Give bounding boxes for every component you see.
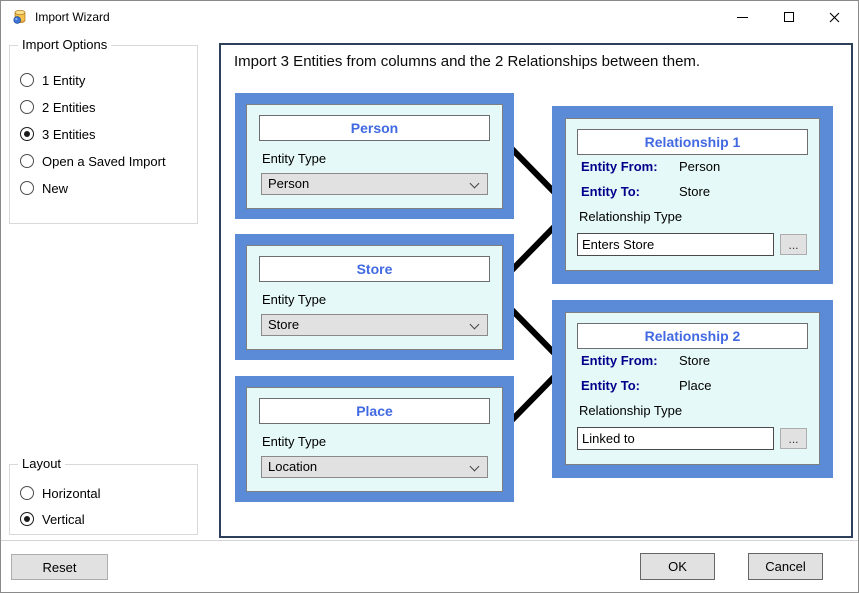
entity-to-row: Entity To: Store	[581, 184, 808, 200]
entity-title: Person	[259, 115, 490, 141]
radio-label: 3 Entities	[42, 127, 95, 142]
radio-label: Vertical	[42, 512, 85, 527]
entity-from-value: Person	[679, 159, 720, 174]
close-icon	[829, 12, 840, 23]
entity-type-dropdown[interactable]: Location	[261, 456, 488, 478]
relationship-type-input[interactable]	[577, 233, 774, 256]
entity-to-label: Entity To:	[581, 184, 640, 199]
radio-label: Horizontal	[42, 486, 101, 501]
entity-type-value: Location	[268, 459, 317, 474]
entity-type-value: Person	[268, 176, 309, 191]
radio-open-saved-import[interactable]: Open a Saved Import	[20, 153, 166, 169]
radio-label: 1 Entity	[42, 73, 85, 88]
entity-title: Store	[259, 256, 490, 282]
cancel-button[interactable]: Cancel	[748, 553, 823, 580]
entity-card-inner: Place Entity Type Location	[246, 387, 503, 492]
relationship-card-1: Relationship 1 Entity From: Person Entit…	[552, 106, 833, 284]
layout-legend: Layout	[18, 456, 65, 471]
chevron-down-icon	[470, 320, 480, 330]
entity-to-value: Store	[679, 184, 710, 199]
minimize-icon	[737, 17, 748, 18]
entity-from-row: Entity From: Store	[581, 353, 808, 369]
entity-from-label: Entity From:	[581, 159, 658, 174]
close-button[interactable]	[812, 1, 857, 33]
browse-button[interactable]: ...	[780, 428, 807, 449]
entity-to-value: Place	[679, 378, 712, 393]
import-wizard-dialog: Import Wizard Import Options 1 Entity 2 …	[0, 0, 859, 593]
radio-label: New	[42, 181, 68, 196]
entity-type-value: Store	[268, 317, 299, 332]
ok-button[interactable]: OK	[640, 553, 715, 580]
entity-card-person: Person Entity Type Person	[235, 93, 514, 219]
browse-button[interactable]: ...	[780, 234, 807, 255]
entity-to-row: Entity To: Place	[581, 378, 808, 394]
relationship-card-inner: Relationship 1 Entity From: Person Entit…	[565, 118, 820, 271]
entity-card-inner: Person Entity Type Person	[246, 104, 503, 209]
entity-type-label: Entity Type	[262, 292, 326, 307]
entity-type-label: Entity Type	[262, 151, 326, 166]
radio-circle	[20, 181, 34, 195]
chevron-down-icon	[470, 179, 480, 189]
radio-vertical[interactable]: Vertical	[20, 511, 85, 527]
radio-circle	[20, 154, 34, 168]
relationship-type-label: Relationship Type	[579, 403, 682, 418]
relationship-card-inner: Relationship 2 Entity From: Store Entity…	[565, 312, 820, 465]
window-title: Import Wizard	[35, 1, 110, 33]
database-icon	[12, 9, 28, 25]
radio-circle	[20, 73, 34, 87]
radio-circle	[20, 100, 34, 114]
entity-type-dropdown[interactable]: Person	[261, 173, 488, 195]
radio-3-entities[interactable]: 3 Entities	[20, 126, 95, 142]
entity-from-row: Entity From: Person	[581, 159, 808, 175]
entity-card-inner: Store Entity Type Store	[246, 245, 503, 350]
reset-button[interactable]: Reset	[11, 554, 108, 580]
entity-from-value: Store	[679, 353, 710, 368]
relationship-type-input[interactable]	[577, 427, 774, 450]
relationship-title: Relationship 2	[577, 323, 808, 349]
radio-new[interactable]: New	[20, 180, 68, 196]
radio-label: Open a Saved Import	[42, 154, 166, 169]
entity-type-label: Entity Type	[262, 434, 326, 449]
layout-group: Layout Horizontal Vertical	[9, 464, 198, 535]
radio-2-entities[interactable]: 2 Entities	[20, 99, 95, 115]
entity-card-place: Place Entity Type Location	[235, 376, 514, 502]
relationship-type-label: Relationship Type	[579, 209, 682, 224]
radio-circle	[20, 486, 34, 500]
radio-circle	[20, 512, 34, 526]
wizard-caption: Import 3 Entities from columns and the 2…	[234, 53, 700, 70]
entity-from-label: Entity From:	[581, 353, 658, 368]
entity-title: Place	[259, 398, 490, 424]
radio-circle	[20, 127, 34, 141]
entity-type-dropdown[interactable]: Store	[261, 314, 488, 336]
relationship-card-2: Relationship 2 Entity From: Store Entity…	[552, 300, 833, 478]
entity-card-store: Store Entity Type Store	[235, 234, 514, 360]
radio-horizontal[interactable]: Horizontal	[20, 485, 101, 501]
titlebar: Import Wizard	[1, 1, 858, 33]
radio-1-entity[interactable]: 1 Entity	[20, 72, 85, 88]
radio-label: 2 Entities	[42, 100, 95, 115]
entity-to-label: Entity To:	[581, 378, 640, 393]
relationship-title: Relationship 1	[577, 129, 808, 155]
footer-divider	[1, 540, 858, 541]
import-options-legend: Import Options	[18, 37, 111, 52]
minimize-button[interactable]	[720, 1, 765, 33]
import-options-group: Import Options 1 Entity 2 Entities 3 Ent…	[9, 45, 198, 224]
maximize-icon	[784, 12, 794, 22]
maximize-button[interactable]	[766, 1, 811, 33]
chevron-down-icon	[470, 462, 480, 472]
